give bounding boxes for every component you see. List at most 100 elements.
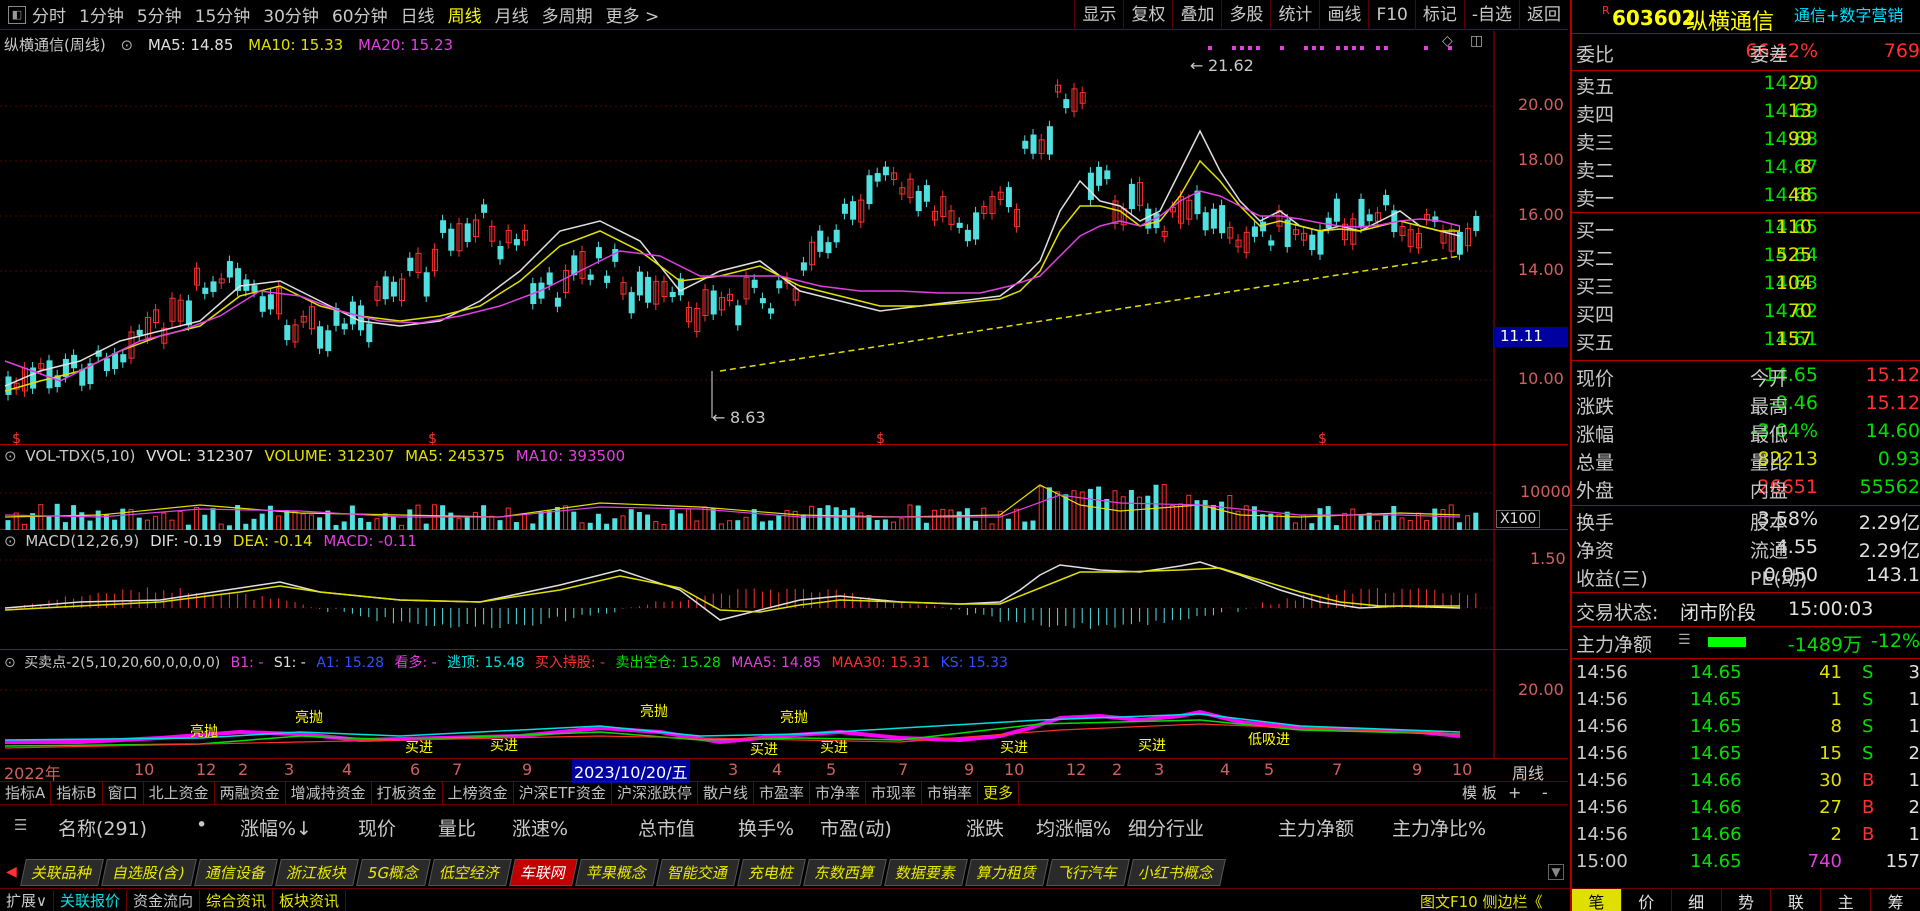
col-pe[interactable]: 市盈(动) [820, 814, 892, 841]
tool-display[interactable]: 显示 [1074, 0, 1123, 30]
ask-row[interactable]: 卖二 14.67 8 [1572, 156, 1920, 184]
sector-tab[interactable]: 智能交通 [655, 858, 740, 886]
tab-more[interactable]: 更多 [978, 782, 1020, 804]
col-change[interactable]: 涨跌 [966, 814, 1004, 841]
add-button[interactable]: + [1508, 782, 1521, 804]
tick-count: 2 [1908, 743, 1920, 764]
related-quotes-tab[interactable]: 关联报价 [54, 889, 127, 911]
news-tab[interactable]: 综合资讯 [200, 889, 274, 911]
tab-etf-funds[interactable]: 沪深ETF资金 [514, 782, 612, 804]
tick-row: 14:56 14.65 41 S 3 [1572, 662, 1920, 690]
col-dot[interactable]: • [196, 814, 207, 836]
tab-ps[interactable]: 市销率 [922, 782, 979, 804]
ask-row[interactable]: 卖一 14.66 48 [1572, 184, 1920, 212]
period-more[interactable]: 更多 > [606, 2, 660, 27]
list-icon[interactable]: ☰ [1678, 632, 1691, 648]
col-turnover[interactable]: 换手% [738, 814, 794, 841]
panel-toggle-icon[interactable]: ◧ [8, 5, 26, 24]
tool-overlay[interactable]: 叠加 [1172, 0, 1221, 30]
tool-multi-stock[interactable]: 多股 [1221, 0, 1270, 30]
tab-window[interactable]: 窗口 [103, 782, 144, 804]
period-minute[interactable]: 分时 [32, 2, 66, 27]
sector-tab[interactable]: 充电桩 [736, 858, 806, 886]
tool-f10[interactable]: F10 [1368, 0, 1414, 30]
buy-sell-pane[interactable]: ⊙ 买卖点-2(5,10,20,60,0,0,0,0) B1: - S1: - … [0, 650, 1568, 758]
tool-mark[interactable]: 标记 [1414, 0, 1464, 30]
sector-tab[interactable]: 通信设备 [193, 858, 278, 886]
bs-label: 买进 [490, 738, 518, 754]
expand-button[interactable]: 扩展∨ [0, 889, 54, 911]
col-main-flow[interactable]: 主力净额 [1278, 814, 1354, 841]
ask-row[interactable]: 卖五 14.70 29 [1572, 72, 1920, 100]
tab-pb[interactable]: 市净率 [810, 782, 866, 804]
stock-tag[interactable]: 通信+数字营销 [1794, 2, 1920, 26]
tab-margin[interactable]: 两融资金 [215, 782, 286, 804]
tab-list-funds[interactable]: 上榜资金 [443, 782, 514, 804]
sector-news-tab[interactable]: 板块资讯 [273, 889, 347, 911]
bid-row[interactable]: 买三 14.63 104 [1572, 272, 1920, 300]
col-main-flow-ratio[interactable]: 主力净比% [1392, 814, 1486, 841]
sector-tab[interactable]: 自选股(含) [100, 858, 197, 886]
remove-button[interactable]: - [1542, 782, 1548, 804]
period-1min[interactable]: 1分钟 [79, 2, 124, 27]
tab-indicator-a[interactable]: 指标A [0, 782, 52, 804]
sector-tab[interactable]: 关联品种 [19, 858, 104, 886]
volume-chart [0, 445, 1495, 530]
sector-tab[interactable]: 数据要素 [883, 858, 968, 886]
period-weekly[interactable]: 周线 [448, 2, 482, 27]
col-market-cap[interactable]: 总市值 [638, 814, 695, 841]
tab-limit-stats[interactable]: 沪深涨跌停 [612, 782, 698, 804]
tab-northbound[interactable]: 北上资金 [144, 782, 215, 804]
col-industry[interactable]: 细分行业 [1128, 814, 1204, 841]
template-button[interactable]: 模 板 [1462, 782, 1497, 804]
tool-stats[interactable]: 统计 [1270, 0, 1319, 30]
bid-row[interactable]: 买四 14.62 70 [1572, 300, 1920, 328]
sector-tab-active[interactable]: 车联网 [508, 858, 578, 886]
tab-pe[interactable]: 市盈率 [754, 782, 810, 804]
fund-flow-tab[interactable]: 资金流向 [127, 889, 201, 911]
ask-row[interactable]: 卖四 14.69 13 [1572, 100, 1920, 128]
col-change-pct[interactable]: 涨幅%↓ [240, 814, 312, 841]
tool-draw[interactable]: 画线 [1319, 0, 1368, 30]
sector-tab[interactable]: 苹果概念 [574, 858, 659, 886]
scroll-down-icon[interactable]: ▼ [1548, 864, 1564, 880]
ask-row[interactable]: 卖三 14.68 99 [1572, 128, 1920, 156]
period-5min[interactable]: 5分钟 [137, 2, 182, 27]
menu-icon[interactable]: ☰ [14, 816, 27, 834]
col-speed[interactable]: 涨速% [512, 814, 568, 841]
sector-tab[interactable]: 东数西算 [802, 858, 887, 886]
period-daily[interactable]: 日线 [401, 2, 435, 27]
bid-row[interactable]: 买一 14.65 110 [1572, 216, 1920, 244]
col-avg-change[interactable]: 均涨幅% [1036, 814, 1111, 841]
tool-adjust[interactable]: 复权 [1123, 0, 1172, 30]
sector-tab[interactable]: 5G概念 [355, 858, 431, 886]
sector-tab[interactable]: 算力租赁 [964, 858, 1049, 886]
tab-retail-line[interactable]: 散户线 [698, 782, 754, 804]
stat-label: PE(动) [1750, 568, 1808, 590]
volume-pane[interactable]: ⊙ VOL-TDX(5,10) VVOL: 312307 VOLUME: 312… [0, 445, 1571, 530]
macd-pane[interactable]: ⊙ MACD(12,26,9) DIF: -0.19 DEA: -0.14 MA… [0, 530, 1568, 650]
sector-tab[interactable]: 低空经济 [427, 858, 512, 886]
f10-sidebar-button[interactable]: 图文F10 侧边栏《 [1420, 891, 1542, 911]
sector-tab[interactable]: 浙江板块 [274, 858, 359, 886]
sector-tab[interactable]: 飞行汽车 [1045, 858, 1130, 886]
period-30min[interactable]: 30分钟 [263, 2, 319, 27]
tab-holdings-change[interactable]: 增减持资金 [286, 782, 372, 804]
period-15min[interactable]: 15分钟 [195, 2, 251, 27]
tool-remove-watch[interactable]: -自选 [1463, 0, 1519, 30]
bid-row[interactable]: 买五 14.61 157 [1572, 328, 1920, 356]
col-price[interactable]: 现价 [358, 814, 396, 841]
bid-row[interactable]: 买二 14.64 525 [1572, 244, 1920, 272]
period-multi[interactable]: 多周期 [542, 2, 593, 27]
tab-indicator-b[interactable]: 指标B [51, 782, 103, 804]
scroll-left-icon[interactable]: ◀ [6, 864, 17, 880]
main-chart-pane[interactable]: 纵横通信(周线) ⊙ MA5: 14.85 MA10: 15.33 MA20: … [0, 31, 1568, 445]
col-vol-ratio[interactable]: 量比 [438, 814, 476, 841]
tab-pcf[interactable]: 市现率 [866, 782, 923, 804]
tool-back[interactable]: 返回 [1519, 0, 1568, 30]
period-60min[interactable]: 60分钟 [332, 2, 388, 27]
col-name[interactable]: 名称(291) [58, 814, 147, 841]
tab-limit-up-funds[interactable]: 打板资金 [372, 782, 443, 804]
period-monthly[interactable]: 月线 [495, 2, 529, 27]
sector-tab[interactable]: 小红书概念 [1126, 858, 1226, 886]
